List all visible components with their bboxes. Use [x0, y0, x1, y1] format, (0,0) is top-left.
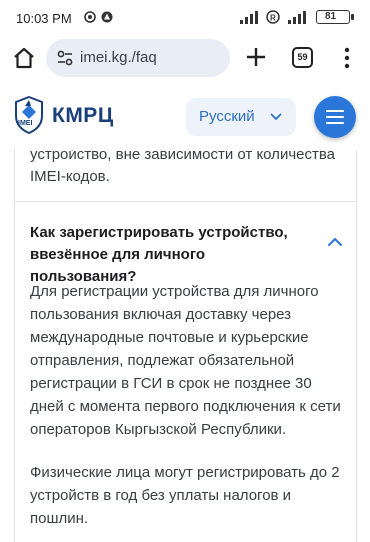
address-bar[interactable]: imei.kg./faq: [46, 39, 230, 77]
signal-strength-2-icon: [288, 11, 306, 24]
faq-answer-paragraph: Физические лица могут регистрировать до …: [30, 464, 340, 527]
site-settings-icon[interactable]: [56, 49, 74, 67]
battery-icon: 81: [316, 10, 354, 24]
url-text: imei.kg./faq: [80, 49, 157, 66]
more-options-icon[interactable]: [342, 45, 352, 71]
notification-icon: [84, 11, 96, 23]
logo-badge: IMEI: [18, 120, 33, 127]
site-header: IMEI КМРЦ Русский: [0, 80, 370, 150]
home-icon[interactable]: [10, 44, 38, 72]
hamburger-icon-bar: [326, 116, 344, 118]
registered-icon: R: [266, 10, 280, 24]
logo-text[interactable]: КМРЦ: [52, 104, 114, 128]
hamburger-icon-bar: [326, 122, 344, 124]
status-bar: 10:03 PM R 81: [0, 0, 370, 36]
logo[interactable]: IMEI: [14, 95, 44, 135]
browser-toolbar: imei.kg./faq 59: [0, 36, 370, 80]
battery-level: 81: [325, 11, 337, 22]
tab-switcher-button[interactable]: 59: [292, 47, 313, 68]
logo-icon: [15, 95, 43, 135]
faq-item-expanded: Как зарегистрировать устройство, ввезённ…: [14, 202, 357, 542]
status-time: 10:03 PM: [16, 11, 72, 26]
app-notification-icon: [101, 11, 113, 23]
chevron-up-icon[interactable]: [327, 236, 343, 248]
faq-question[interactable]: Как зарегистрировать устройство, ввезённ…: [30, 222, 312, 288]
hamburger-icon: [326, 110, 344, 112]
menu-button[interactable]: [314, 96, 356, 138]
new-tab-icon[interactable]: [243, 44, 269, 70]
svg-text:R: R: [270, 14, 276, 23]
previous-answer-text: устройство, вне зависимости от количеств…: [30, 146, 335, 185]
language-select[interactable]: Русский: [186, 98, 296, 136]
language-current: Русский: [199, 108, 255, 125]
chevron-down-icon: [270, 113, 282, 120]
faq-answer-paragraph: Для регистрации устройства для личного п…: [30, 283, 341, 438]
signal-strength-icon: [240, 11, 258, 24]
